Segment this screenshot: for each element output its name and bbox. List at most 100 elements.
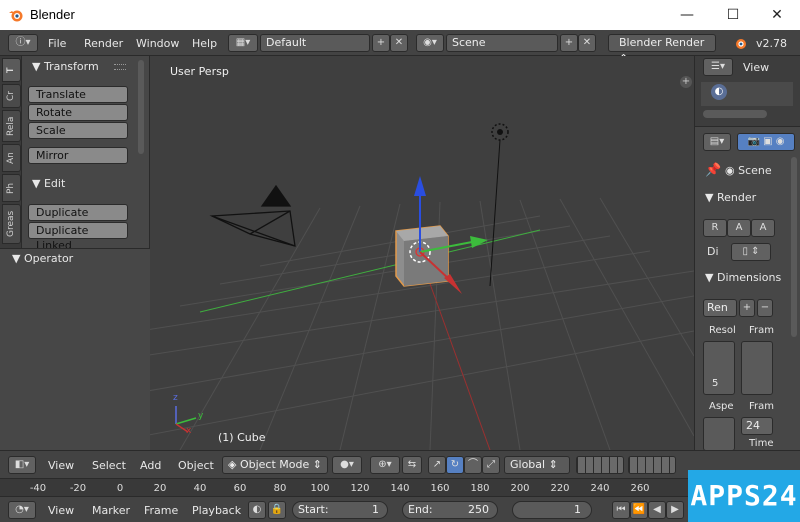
rotate-manipulator-icon[interactable]: ↻ [446, 456, 464, 474]
tool-panel-scrollbar[interactable] [138, 60, 144, 154]
tab-animation[interactable]: An [2, 144, 21, 172]
scale-button[interactable]: Scale [28, 122, 128, 139]
world-icon[interactable]: ◐ [711, 84, 727, 100]
viewport-type-icon[interactable]: ◧▾ [8, 456, 36, 474]
render-preset-select[interactable]: Ren [703, 299, 737, 317]
drag-handle-icon[interactable] [114, 64, 126, 70]
layers-group-1[interactable] [576, 456, 624, 474]
layout-field[interactable]: Default [260, 34, 370, 52]
minimize-button[interactable]: — [676, 4, 698, 26]
mode-label: Object Mode [239, 458, 310, 471]
tab-physics[interactable]: Ph [2, 174, 21, 202]
screen-layout-icon[interactable]: ▦▾ [228, 34, 258, 52]
outliner-h-scrollbar[interactable] [703, 110, 767, 118]
render-animation-button[interactable]: A [727, 219, 751, 237]
duplicate-button[interactable]: Duplicate [28, 204, 128, 221]
tab-tools[interactable]: T [2, 58, 21, 82]
blender-version-logo-icon [736, 39, 746, 49]
timeline-menu-view[interactable]: View [48, 504, 74, 517]
play-reverse-icon[interactable]: ◀ [648, 501, 666, 519]
mirror-button[interactable]: Mirror [28, 147, 128, 164]
jump-keyframe-back-icon[interactable]: ⏪ [630, 501, 648, 519]
render-panel-header[interactable]: ▼ Render [705, 191, 756, 204]
outliner-tree[interactable]: ◐ [701, 82, 793, 106]
add-preset-icon[interactable]: + [739, 299, 755, 317]
outliner-view-menu[interactable]: View [743, 61, 769, 74]
tab-grease-pencil[interactable]: Greas [2, 204, 21, 244]
add-region-icon[interactable]: + [680, 76, 692, 88]
render-engine-select[interactable]: Blender Render ⇕ [608, 34, 716, 65]
menu-render[interactable]: Render [84, 37, 123, 50]
timeline-ruler[interactable]: -40 -20 0 20 40 60 80 100 120 140 160 18… [0, 478, 800, 496]
auto-keyframe-icon[interactable]: ◐ [248, 501, 266, 519]
remove-layout-icon[interactable]: ✕ [390, 34, 408, 52]
edit-panel-header[interactable]: ▼ Edit [32, 177, 65, 190]
display-select[interactable]: ▯ ⇕ [731, 243, 771, 261]
viewport-menu-object[interactable]: Object [178, 459, 214, 472]
pin-icon[interactable]: 📌 [705, 163, 721, 178]
maximize-button[interactable]: ☐ [722, 4, 744, 26]
timeline-menu-marker[interactable]: Marker [92, 504, 130, 517]
render-audio-button[interactable]: A [751, 219, 775, 237]
timeline-type-icon[interactable]: ◔▾ [8, 501, 36, 519]
menu-window[interactable]: Window [136, 37, 179, 50]
editor-type-info-icon[interactable]: ⓘ▾ [8, 34, 38, 52]
properties-scrollbar[interactable] [791, 157, 797, 337]
timeline-menu-frame[interactable]: Frame [144, 504, 178, 517]
frame-rate-select[interactable]: 24 [741, 417, 773, 435]
render-image-button[interactable]: R [703, 219, 727, 237]
end-frame-field[interactable]: End: 250 [402, 501, 498, 519]
viewport-menu-select[interactable]: Select [92, 459, 126, 472]
camera-object[interactable] [209, 184, 296, 247]
properties-type-icon[interactable]: ▤▾ [703, 133, 731, 151]
3d-viewport[interactable]: User Persp (1) Cube z y x + [150, 56, 694, 450]
outliner-type-icon[interactable]: ☰▾ [703, 58, 733, 76]
resolution-fields[interactable]: 5 [703, 341, 735, 395]
arc-manipulator-icon[interactable]: ⌒ [464, 456, 482, 474]
close-button[interactable]: ✕ [766, 4, 788, 26]
dimensions-panel-header[interactable]: ▼ Dimensions [705, 271, 781, 284]
frame-range-fields[interactable] [741, 341, 773, 395]
add-scene-icon[interactable]: + [560, 34, 578, 52]
orientation-select[interactable]: Global ⇕ [504, 456, 570, 474]
manipulator-toggle-icon[interactable]: ⇆ [402, 456, 422, 474]
scale-manipulator-icon[interactable]: ⤢ [482, 456, 500, 474]
viewport-scene[interactable] [150, 56, 694, 450]
mode-select[interactable]: ◈ Object Mode ⇕ [222, 456, 328, 474]
translate-button[interactable]: Translate [28, 86, 128, 103]
viewport-menu-view[interactable]: View [48, 459, 74, 472]
viewport-shading-icon[interactable]: ●▾ [332, 456, 362, 474]
lamp-object[interactable] [489, 123, 509, 287]
start-frame-field[interactable]: Start: 1 [292, 501, 388, 519]
render-context-icon[interactable]: 📷 ▣ ◉ [737, 133, 795, 151]
timeline-menu-playback[interactable]: Playback [192, 504, 241, 517]
translate-manipulator-icon[interactable]: ↗ [428, 456, 446, 474]
render-engine-label: Blender Render [619, 36, 705, 49]
operator-panel: ▼ Operator [0, 248, 150, 450]
rotate-button[interactable]: Rotate [28, 104, 128, 121]
window-title: Blender [30, 7, 75, 22]
pivot-point-icon[interactable]: ⊕▾ [370, 456, 400, 474]
jump-start-icon[interactable]: ⏮ [612, 501, 630, 519]
transform-panel-header[interactable]: ▼ Transform [32, 60, 99, 73]
remove-scene-icon[interactable]: ✕ [578, 34, 596, 52]
duplicate-linked-button[interactable]: Duplicate Linked [28, 222, 128, 252]
tab-relations[interactable]: Rela [2, 110, 21, 142]
menu-help[interactable]: Help [192, 37, 217, 50]
viewport-menu-add[interactable]: Add [140, 459, 161, 472]
play-icon[interactable]: ▶ [666, 501, 684, 519]
operator-panel-header[interactable]: ▼ Operator [12, 252, 73, 265]
timeline-tick: 140 [390, 483, 410, 494]
lock-icon[interactable]: 🔒 [268, 501, 286, 519]
menu-file[interactable]: File [48, 37, 66, 50]
cube-object[interactable] [395, 225, 449, 287]
remove-preset-icon[interactable]: − [757, 299, 773, 317]
current-frame-field[interactable]: 1 [512, 501, 592, 519]
scene-icon[interactable]: ◉▾ [416, 34, 444, 52]
title-bar: Blender — ☐ ✕ [0, 0, 800, 30]
scene-field[interactable]: Scene [446, 34, 558, 52]
layers-group-2[interactable] [628, 456, 676, 474]
add-layout-icon[interactable]: + [372, 34, 390, 52]
aspect-fields[interactable] [703, 417, 735, 451]
tab-create[interactable]: Cr [2, 84, 21, 108]
